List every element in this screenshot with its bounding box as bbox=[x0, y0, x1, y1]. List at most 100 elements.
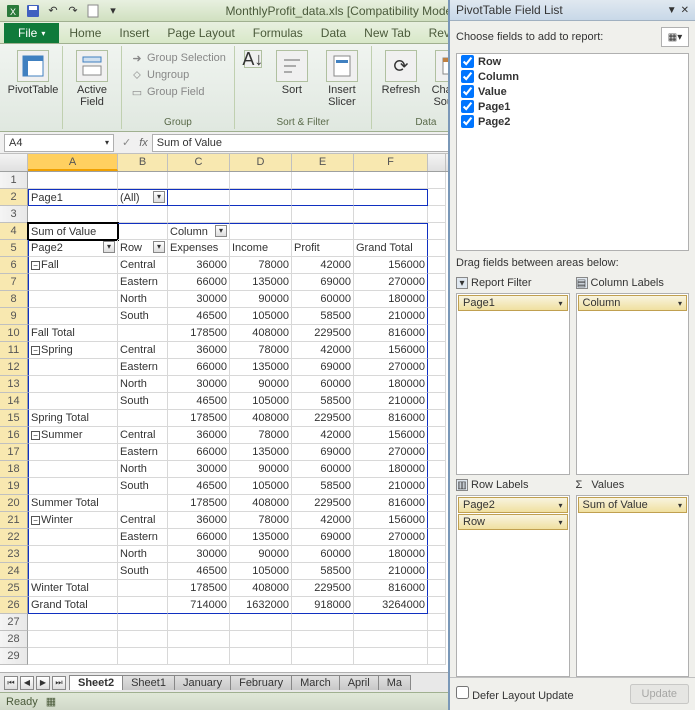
field-checkbox[interactable] bbox=[461, 85, 474, 98]
cell[interactable] bbox=[230, 614, 292, 631]
cell[interactable]: 178500 bbox=[168, 325, 230, 342]
sheet-tab[interactable]: February bbox=[230, 675, 292, 690]
cell[interactable]: 210000 bbox=[354, 478, 428, 495]
close-icon[interactable]: ✕ bbox=[681, 5, 689, 16]
cell[interactable]: 42000 bbox=[292, 342, 354, 359]
cell[interactable]: 229500 bbox=[292, 495, 354, 512]
cell[interactable] bbox=[118, 614, 168, 631]
cell[interactable]: Central bbox=[118, 427, 168, 444]
row-header[interactable]: 28 bbox=[0, 631, 28, 648]
cell[interactable] bbox=[292, 172, 354, 189]
cell[interactable] bbox=[428, 274, 446, 291]
cell[interactable] bbox=[428, 546, 446, 563]
cell[interactable] bbox=[354, 172, 428, 189]
row-header[interactable]: 10 bbox=[0, 325, 28, 342]
cell[interactable] bbox=[428, 342, 446, 359]
sheet-nav-first[interactable]: ⏮ bbox=[4, 676, 18, 690]
cell[interactable]: 69000 bbox=[292, 274, 354, 291]
cell[interactable]: 918000 bbox=[292, 597, 354, 614]
cell[interactable] bbox=[230, 223, 292, 240]
cell[interactable] bbox=[118, 410, 168, 427]
cell[interactable]: 3264000 bbox=[354, 597, 428, 614]
cell[interactable]: 69000 bbox=[292, 529, 354, 546]
cell[interactable]: 69000 bbox=[292, 444, 354, 461]
row-labels-area[interactable]: Page2Row bbox=[456, 495, 570, 677]
cell[interactable] bbox=[428, 206, 446, 223]
cell[interactable] bbox=[28, 172, 118, 189]
page1-value[interactable]: (All)▾ bbox=[118, 189, 168, 206]
cell[interactable] bbox=[292, 648, 354, 665]
cell[interactable]: 58500 bbox=[292, 478, 354, 495]
cell[interactable] bbox=[230, 648, 292, 665]
dropdown-icon[interactable]: ▾ bbox=[153, 191, 165, 203]
cell[interactable]: Income bbox=[230, 240, 292, 257]
cell[interactable] bbox=[428, 172, 446, 189]
cell[interactable]: 42000 bbox=[292, 427, 354, 444]
group-header[interactable]: −Fall bbox=[28, 257, 118, 274]
dropdown-icon[interactable]: ▾ bbox=[215, 225, 227, 237]
cell[interactable]: North bbox=[118, 291, 168, 308]
cell[interactable]: 58500 bbox=[292, 393, 354, 410]
cell[interactable]: 816000 bbox=[354, 325, 428, 342]
dropdown-icon[interactable]: ▾ bbox=[103, 241, 115, 253]
cell[interactable]: North bbox=[118, 461, 168, 478]
cell[interactable] bbox=[28, 376, 118, 393]
sheet-tab[interactable]: Ma bbox=[378, 675, 411, 690]
sheet-tab[interactable]: Sheet2 bbox=[69, 675, 123, 690]
cell[interactable]: Central bbox=[118, 257, 168, 274]
field-checkbox[interactable] bbox=[461, 115, 474, 128]
excel-icon[interactable]: X bbox=[4, 2, 22, 20]
sheet-tab[interactable]: Sheet1 bbox=[122, 675, 175, 690]
cell[interactable] bbox=[428, 325, 446, 342]
subtotal-label[interactable]: Fall Total bbox=[28, 325, 118, 342]
cell[interactable] bbox=[428, 308, 446, 325]
row-header[interactable]: 14 bbox=[0, 393, 28, 410]
cell[interactable]: 90000 bbox=[230, 376, 292, 393]
active-field-button[interactable]: Active Field bbox=[69, 50, 115, 108]
cell[interactable]: 90000 bbox=[230, 291, 292, 308]
fx-icon[interactable]: fx bbox=[135, 137, 152, 149]
ungroup-button[interactable]: ⬦Ungroup bbox=[128, 67, 228, 83]
row-header[interactable]: 3 bbox=[0, 206, 28, 223]
cell[interactable]: 60000 bbox=[292, 546, 354, 563]
sum-of-value-cell[interactable]: Sum of Value bbox=[28, 223, 118, 240]
cell[interactable] bbox=[28, 648, 118, 665]
row-header[interactable]: 12 bbox=[0, 359, 28, 376]
cell[interactable]: 105000 bbox=[230, 563, 292, 580]
row-header[interactable]: 21 bbox=[0, 512, 28, 529]
defer-update-checkbox[interactable]: Defer Layout Update bbox=[456, 686, 574, 702]
row-header[interactable]: 15 bbox=[0, 410, 28, 427]
field-pill[interactable]: Page1 bbox=[458, 295, 568, 311]
ribbon-tab[interactable]: Formulas bbox=[245, 23, 311, 43]
ribbon-tab[interactable]: New Tab bbox=[356, 23, 418, 43]
cell[interactable] bbox=[292, 206, 354, 223]
row-header[interactable]: 22 bbox=[0, 529, 28, 546]
cell[interactable]: 270000 bbox=[354, 274, 428, 291]
cell[interactable]: 178500 bbox=[168, 495, 230, 512]
sort-button[interactable]: Sort bbox=[269, 50, 315, 96]
column-header[interactable]: E bbox=[292, 154, 354, 171]
cell[interactable] bbox=[168, 206, 230, 223]
cell[interactable]: 210000 bbox=[354, 393, 428, 410]
chevron-down-icon[interactable]: ▼ bbox=[667, 5, 677, 16]
row-header[interactable]: 4 bbox=[0, 223, 28, 240]
row-header[interactable]: 26 bbox=[0, 597, 28, 614]
cell[interactable]: 30000 bbox=[168, 461, 230, 478]
ribbon-tab[interactable]: Page Layout bbox=[159, 23, 242, 43]
cell[interactable]: 66000 bbox=[168, 529, 230, 546]
cell[interactable]: 156000 bbox=[354, 342, 428, 359]
cell[interactable]: 156000 bbox=[354, 512, 428, 529]
cell[interactable] bbox=[428, 648, 446, 665]
cell[interactable]: 90000 bbox=[230, 546, 292, 563]
cell[interactable]: Eastern bbox=[118, 529, 168, 546]
cell[interactable]: Eastern bbox=[118, 274, 168, 291]
page2-field[interactable]: Page2▾ bbox=[28, 240, 118, 257]
cell[interactable] bbox=[28, 614, 118, 631]
ribbon-tab[interactable]: Insert bbox=[111, 23, 157, 43]
cell[interactable]: 105000 bbox=[230, 393, 292, 410]
cell[interactable]: North bbox=[118, 376, 168, 393]
field-pill[interactable]: Sum of Value bbox=[578, 497, 688, 513]
cell[interactable]: Profit bbox=[292, 240, 354, 257]
cell[interactable]: 178500 bbox=[168, 580, 230, 597]
column-header[interactable] bbox=[428, 154, 446, 171]
